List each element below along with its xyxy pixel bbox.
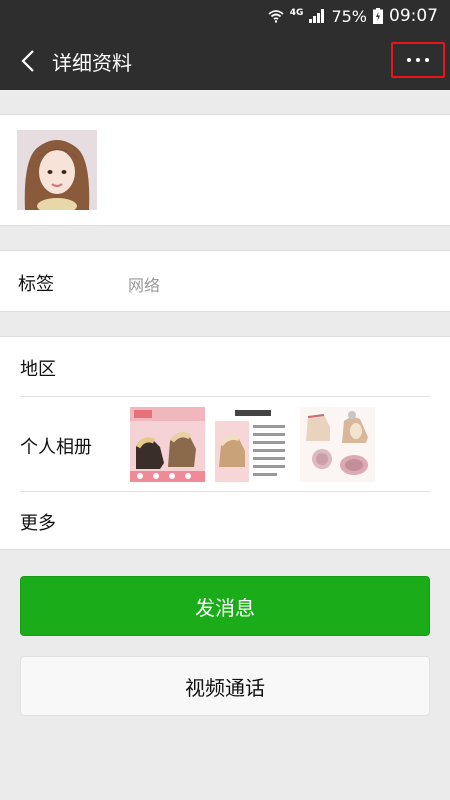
more-dots-icon xyxy=(407,58,429,62)
more-row[interactable]: 更多 xyxy=(0,492,450,550)
region-label: 地区 xyxy=(20,359,56,380)
send-message-button[interactable]: 发消息 xyxy=(20,576,430,636)
wifi-icon xyxy=(268,9,284,23)
album-photo[interactable] xyxy=(300,407,375,482)
status-bar: 4G 75% 09:07 xyxy=(0,0,450,32)
status-time: 09:07 xyxy=(389,6,438,26)
info-card: 地区 个人相册 更多 xyxy=(0,336,450,550)
tags-label: 标签 xyxy=(18,274,54,295)
page-title: 详细资料 xyxy=(52,50,132,75)
video-call-button[interactable]: 视频通话 xyxy=(20,656,430,716)
back-icon[interactable] xyxy=(8,41,48,81)
album-label: 个人相册 xyxy=(20,437,92,458)
battery-percent: 75% xyxy=(331,6,367,26)
album-photo[interactable] xyxy=(130,407,205,482)
avatar[interactable] xyxy=(17,130,97,210)
signal-icon xyxy=(309,9,325,23)
region-row[interactable]: 地区 xyxy=(0,337,450,397)
tags-row[interactable]: 标签 网络 xyxy=(0,250,450,312)
album-photo[interactable] xyxy=(215,407,290,482)
more-label: 更多 xyxy=(20,513,56,534)
network-type: 4G xyxy=(289,8,304,18)
more-options-button[interactable] xyxy=(391,42,445,78)
battery-icon xyxy=(373,8,383,24)
profile-card xyxy=(0,114,450,226)
tags-value: 网络 xyxy=(128,276,161,295)
nav-bar: 详细资料 xyxy=(0,32,450,90)
